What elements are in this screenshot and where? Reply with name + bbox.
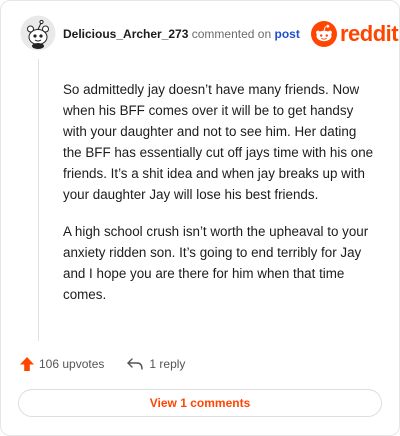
comment-body: So admittedly jay doesn’t have many frie…	[63, 79, 375, 321]
reply-count: 1 reply	[149, 357, 186, 371]
comment-paragraph: A high school crush isn’t worth the uphe…	[63, 224, 369, 302]
user-avatar-icon[interactable]	[20, 15, 56, 51]
upvote-count: 106 upvotes	[39, 357, 105, 371]
comment-paragraph: So admittedly jay doesn’t have many frie…	[63, 82, 374, 202]
reply-arrow-icon	[127, 358, 144, 370]
upvote-arrow-icon	[20, 357, 34, 371]
reddit-logo-icon	[311, 21, 337, 47]
reply-button[interactable]: 1 reply	[126, 357, 185, 371]
upvote-button[interactable]: 106 upvotes	[19, 356, 104, 372]
view-comments-button[interactable]: View 1 comments	[18, 389, 382, 417]
comment-footer: 106 upvotes 1 reply	[19, 356, 185, 372]
post-link[interactable]: post	[274, 27, 299, 41]
thread-line[interactable]	[38, 59, 39, 341]
action-text: commented on	[191, 27, 272, 41]
username-link[interactable]: Delicious_Archer_273	[63, 27, 188, 41]
comment-header: Delicious_Archer_273 commented on post	[63, 27, 300, 41]
comment-card: Delicious_Archer_273 commented on post r…	[0, 0, 400, 436]
reddit-logo[interactable]: reddit	[311, 18, 399, 50]
reddit-wordmark: reddit	[340, 21, 399, 46]
